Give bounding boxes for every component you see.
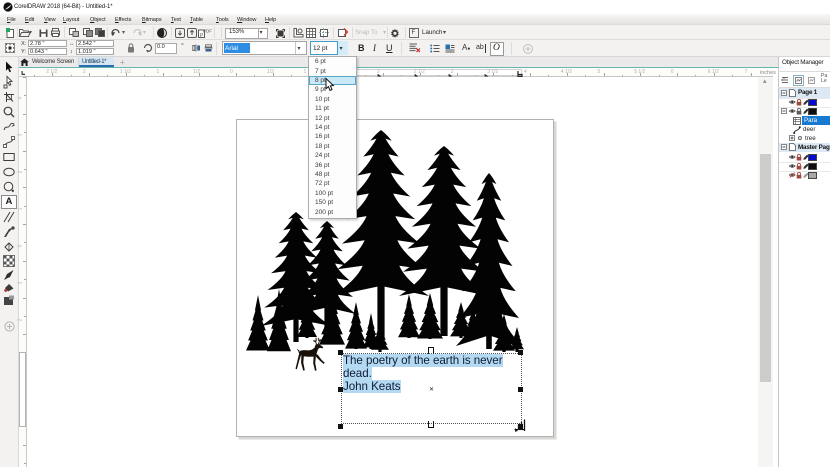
svg-text:PDF: PDF bbox=[203, 29, 212, 34]
